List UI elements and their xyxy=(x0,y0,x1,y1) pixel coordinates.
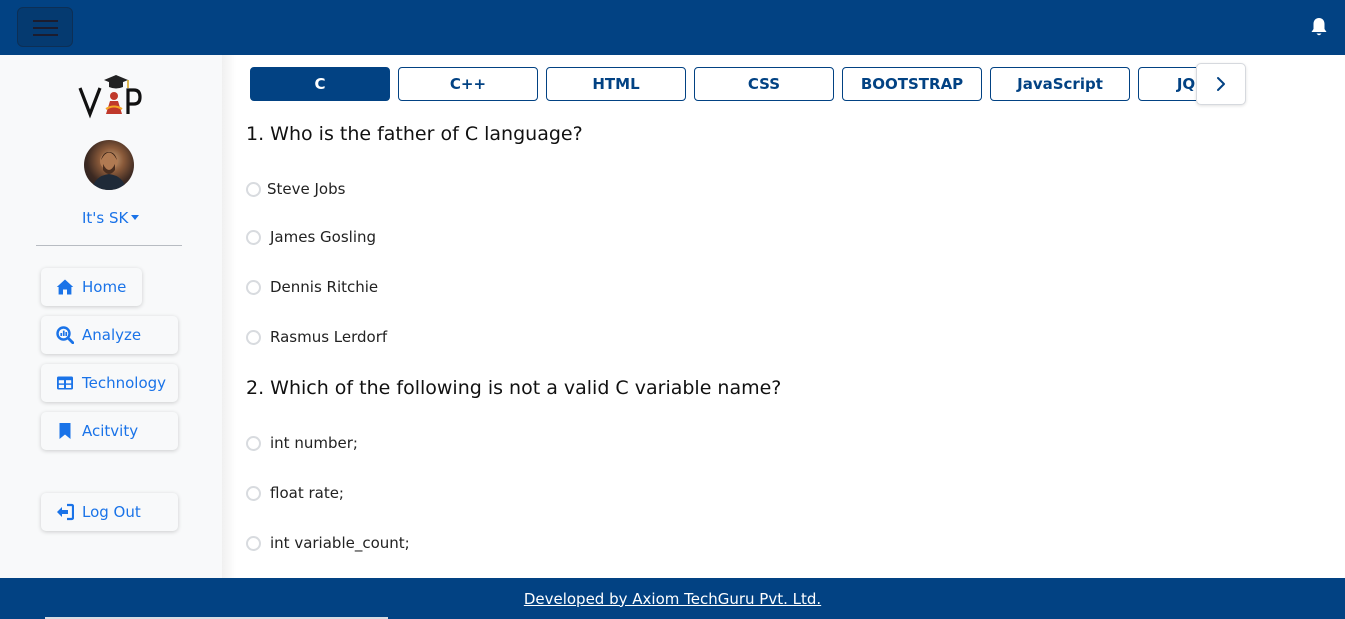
developer-credit-link[interactable]: Developed by Axiom TechGuru Pvt. Ltd. xyxy=(524,590,821,608)
hamburger-icon xyxy=(33,20,58,22)
sidebar-item-home[interactable]: Home xyxy=(41,268,142,306)
top-navbar xyxy=(0,0,1345,55)
sidebar-item-label: Home xyxy=(82,278,127,296)
sidebar-item-label: Technology xyxy=(82,374,167,392)
sidebar-item-technology[interactable]: Technology xyxy=(41,364,178,402)
option-1-james-gosling[interactable]: James Gosling xyxy=(246,228,376,246)
option-2-int-number[interactable]: int number; xyxy=(246,434,358,452)
option-2-int-variable-count[interactable]: int variable_count; xyxy=(246,534,410,552)
sidebar-item-label: Acitvity xyxy=(82,422,139,440)
vip-logo xyxy=(78,75,142,119)
option-label: James Gosling xyxy=(270,228,377,246)
sidebar-divider xyxy=(36,245,182,246)
radio-button[interactable] xyxy=(246,279,261,295)
table-icon xyxy=(57,376,73,390)
option-1-dennis-ritchie[interactable]: Dennis Ritchie xyxy=(246,278,378,296)
option-label: int variable_count; xyxy=(270,534,410,552)
tab-cpp[interactable]: C++ xyxy=(398,67,538,101)
sidebar-item-activity[interactable]: Acitvity xyxy=(41,412,178,450)
radio-button[interactable] xyxy=(246,181,261,197)
bookmark-icon xyxy=(59,423,71,439)
user-avatar[interactable] xyxy=(84,140,134,190)
sidebar-item-label: Analyze xyxy=(82,326,142,344)
radio-button[interactable] xyxy=(246,329,261,345)
tab-jquery[interactable]: JQUERY xyxy=(1138,67,1196,101)
analyze-icon xyxy=(56,326,74,344)
logout-button[interactable]: Log Out xyxy=(41,493,178,531)
bell-icon[interactable] xyxy=(1310,17,1328,37)
tab-javascript[interactable]: JavaScript xyxy=(990,67,1130,101)
radio-button[interactable] xyxy=(246,485,261,501)
option-label: Rasmus Lerdorf xyxy=(270,328,388,346)
tab-c[interactable]: C xyxy=(250,67,390,101)
logout-label: Log Out xyxy=(82,503,141,521)
chevron-right-icon xyxy=(1217,77,1225,91)
option-label: int number; xyxy=(270,434,358,452)
option-label: Dennis Ritchie xyxy=(270,278,379,296)
user-name-label: It's SK xyxy=(82,209,129,227)
user-dropdown[interactable]: It's SK xyxy=(82,209,140,227)
tab-css[interactable]: CSS xyxy=(694,67,834,101)
option-1-rasmus-lerdorf[interactable]: Rasmus Lerdorf xyxy=(246,328,387,346)
footer: Developed by Axiom TechGuru Pvt. Ltd. xyxy=(0,578,1345,619)
option-label: Steve Jobs xyxy=(267,180,346,198)
radio-button[interactable] xyxy=(246,229,261,245)
option-1-steve-jobs[interactable]: Steve Jobs xyxy=(246,180,345,198)
radio-button[interactable] xyxy=(246,535,261,551)
sidebar-item-analyze[interactable]: Analyze xyxy=(41,316,178,354)
tab-html[interactable]: HTML xyxy=(546,67,686,101)
home-icon xyxy=(56,279,74,295)
caret-down-icon xyxy=(131,215,140,220)
tab-bootstrap[interactable]: BOOTSTRAP xyxy=(842,67,982,101)
option-2-float-rate[interactable]: float rate; xyxy=(246,484,344,502)
radio-button[interactable] xyxy=(246,435,261,451)
question-2: 2. Which of the following is not a valid… xyxy=(246,377,782,399)
tabs-next-button[interactable] xyxy=(1196,63,1246,105)
logout-icon xyxy=(57,503,74,521)
hamburger-menu-button[interactable] xyxy=(17,7,73,47)
option-label: float rate; xyxy=(270,484,344,502)
question-1: 1. Who is the father of C language? xyxy=(246,123,583,145)
